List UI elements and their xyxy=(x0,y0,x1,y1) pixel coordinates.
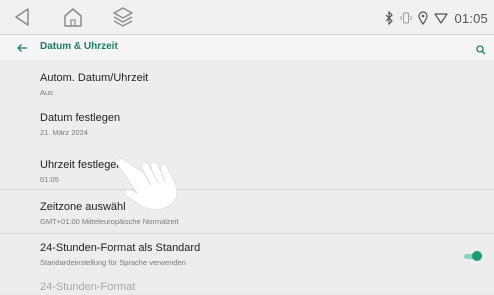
home-icon[interactable] xyxy=(60,4,86,30)
list-divider xyxy=(0,189,494,190)
setting-title: Autom. Datum/Uhrzeit xyxy=(40,72,149,84)
location-icon xyxy=(418,11,429,25)
setting-set-date[interactable]: Datum festlegen 21. März 2024 xyxy=(0,111,494,141)
app-bar: Datum & Uhrzeit xyxy=(0,35,494,60)
back-arrow-icon[interactable] xyxy=(16,41,28,53)
settings-list: Autom. Datum/Uhrzeit Aus Datum festlegen… xyxy=(0,60,494,293)
tap-gesture-hand-icon xyxy=(104,153,200,213)
setting-24h-format[interactable]: 24-Stunden-Format xyxy=(0,281,494,295)
setting-auto-datetime[interactable]: Autom. Datum/Uhrzeit Aus xyxy=(0,71,494,101)
setting-title: 24-Stunden-Format xyxy=(40,281,136,293)
status-icons: 01:05 xyxy=(384,9,488,27)
setting-subtitle: Aus xyxy=(40,88,53,97)
layers-icon[interactable] xyxy=(110,4,136,30)
list-divider xyxy=(0,233,494,234)
bluetooth-icon xyxy=(384,11,394,25)
setting-subtitle: GMT+01:00 Mitteleuropäische Normalzeit xyxy=(40,217,179,226)
back-nav-icon[interactable] xyxy=(10,4,36,30)
setting-subtitle: 21. März 2024 xyxy=(40,128,88,137)
setting-title: 24-Stunden-Format als Standard xyxy=(40,242,201,254)
page-title: Datum & Uhrzeit xyxy=(40,41,118,52)
setting-subtitle: Standardeinstellung für Sprache verwende… xyxy=(40,258,186,267)
toggle-knob xyxy=(472,251,482,261)
status-time: 01:05 xyxy=(454,10,488,26)
24h-default-toggle[interactable] xyxy=(462,251,482,261)
setting-set-time[interactable]: Uhrzeit festlegen 01:05 xyxy=(0,158,494,188)
search-icon[interactable] xyxy=(476,42,486,55)
setting-title: Datum festlegen xyxy=(40,112,121,124)
setting-timezone[interactable]: Zeitzone auswähl GMT+01:00 Mitteleuropäi… xyxy=(0,201,494,231)
setting-subtitle: 01:05 xyxy=(40,175,59,184)
setting-24h-default[interactable]: 24-Stunden-Format als Standard Standarde… xyxy=(0,242,494,272)
wifi-icon xyxy=(434,11,449,25)
system-status-bar: 01:05 xyxy=(0,0,494,34)
vibrate-icon xyxy=(400,11,412,25)
